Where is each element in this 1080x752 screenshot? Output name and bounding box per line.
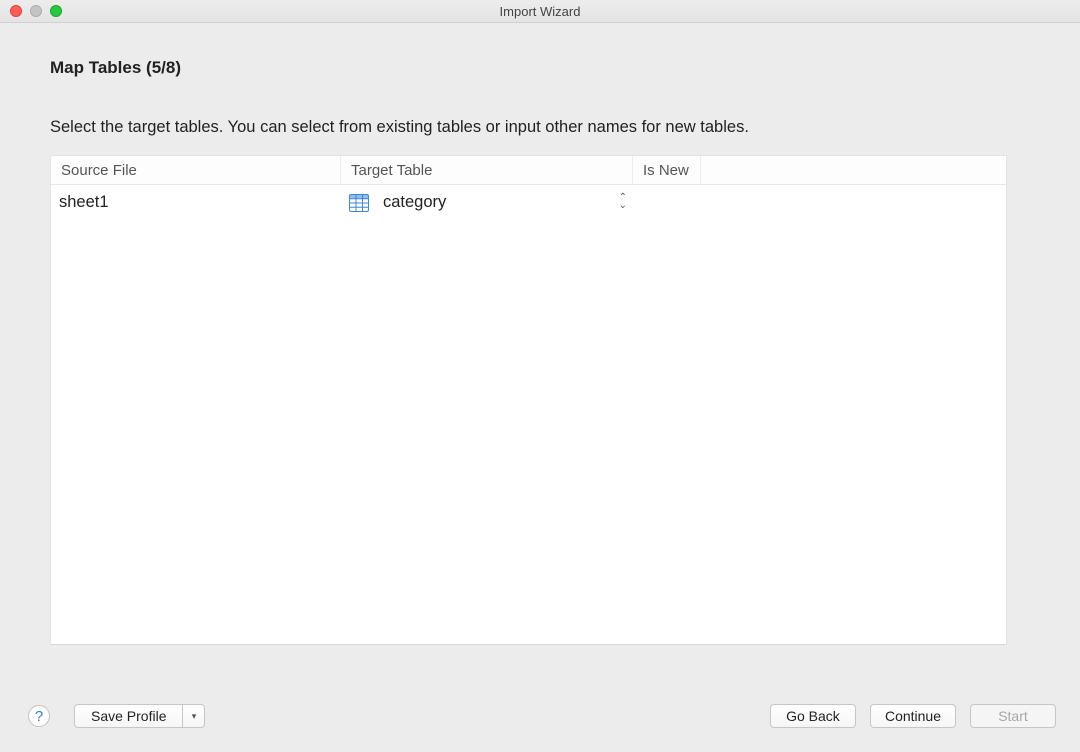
column-header-target[interactable]: Target Table xyxy=(341,156,633,184)
target-table-name: category xyxy=(383,193,446,212)
mapping-table: Source File Target Table Is New sheet1 xyxy=(50,155,1007,645)
table-row[interactable]: sheet1 category ⌃ ⌄ xyxy=(51,185,1006,220)
start-button: Start xyxy=(970,704,1056,728)
maximize-window-button[interactable] xyxy=(50,5,62,17)
help-button[interactable]: ? xyxy=(28,705,50,727)
target-table-stepper[interactable]: ⌃ ⌄ xyxy=(619,195,627,211)
page-title: Map Tables (5/8) xyxy=(50,58,1030,78)
content-area: Map Tables (5/8) Select the target table… xyxy=(0,23,1080,645)
go-back-button[interactable]: Go Back xyxy=(770,704,856,728)
wizard-nav-buttons: Go Back Continue Start xyxy=(770,704,1056,728)
footer-bar: ? Save Profile ▾ Go Back Continue Start xyxy=(0,704,1080,728)
continue-button[interactable]: Continue xyxy=(870,704,956,728)
save-profile-group: Save Profile ▾ xyxy=(74,704,205,728)
traffic-lights xyxy=(10,5,62,17)
chevron-down-icon: ⌄ xyxy=(619,203,627,211)
close-window-button[interactable] xyxy=(10,5,22,17)
page-description: Select the target tables. You can select… xyxy=(50,118,1030,137)
column-header-isnew[interactable]: Is New xyxy=(633,156,701,184)
column-header-source[interactable]: Source File xyxy=(51,156,341,184)
table-header: Source File Target Table Is New xyxy=(51,156,1006,185)
titlebar: Import Wizard xyxy=(0,0,1080,23)
save-profile-dropdown[interactable]: ▾ xyxy=(183,704,205,728)
cell-target[interactable]: category ⌃ ⌄ xyxy=(341,193,633,212)
minimize-window-button[interactable] xyxy=(30,5,42,17)
window-title: Import Wizard xyxy=(500,4,581,19)
save-profile-button[interactable]: Save Profile xyxy=(74,704,183,728)
cell-source: sheet1 xyxy=(51,193,341,212)
table-icon xyxy=(349,194,369,212)
